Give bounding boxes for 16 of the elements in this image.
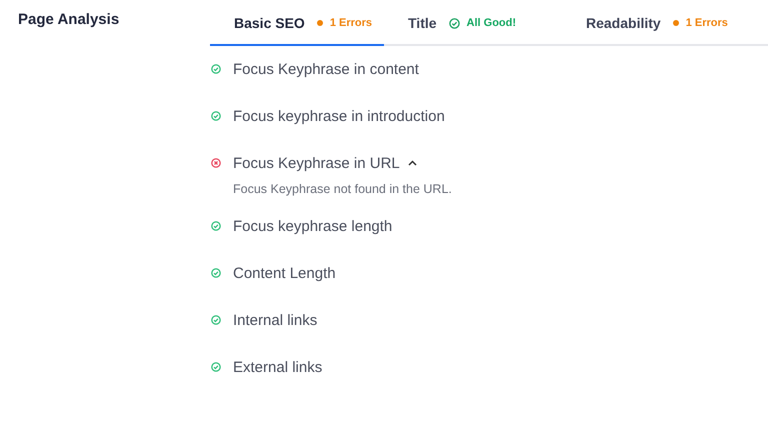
status-dot-icon [672, 20, 679, 26]
check-label: Focus keyphrase in introduction [233, 108, 445, 124]
check-label: Content Length [233, 264, 336, 282]
check-label: Focus Keyphrase in URL [233, 154, 400, 172]
check-label: External links [233, 358, 322, 376]
check-detail: Focus Keyphrase not found in the URL. [232, 182, 453, 196]
check-circle-icon [448, 18, 460, 28]
caret-up-icon[interactable] [408, 160, 417, 166]
section-heading: Page Analysis [18, 11, 120, 28]
status-dot-icon [316, 20, 323, 26]
tab[interactable]: Readability 1 Errors [562, 6, 736, 46]
tab[interactable]: Basic SEO 1 Errors [210, 6, 384, 46]
check-label: Internal links [233, 312, 318, 328]
tab[interactable]: Title All Good! [384, 6, 562, 46]
check-label: Focus keyphrase length [233, 218, 392, 234]
check-label: Focus Keyphrase in content [233, 60, 419, 78]
